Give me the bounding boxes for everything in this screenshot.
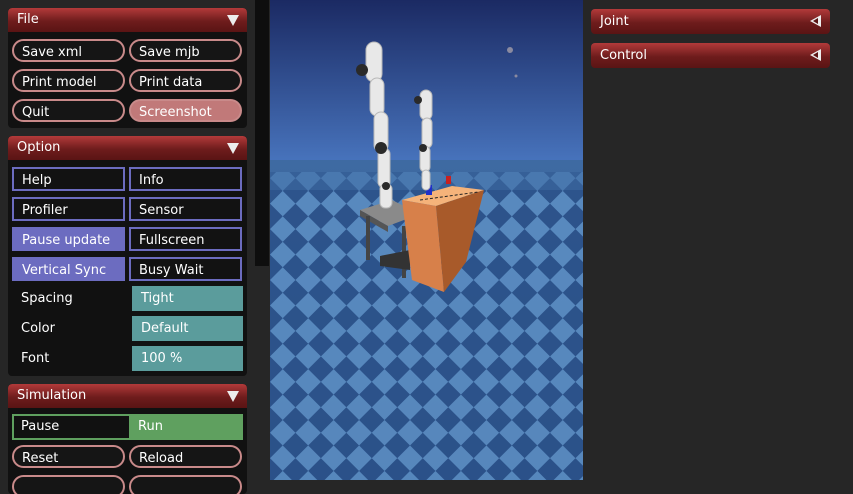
print-data-button[interactable]: Print data bbox=[129, 69, 242, 92]
reload-button[interactable]: Reload bbox=[129, 445, 242, 468]
color-select[interactable]: Default bbox=[132, 316, 243, 341]
control-panel-header[interactable]: Control bbox=[591, 43, 830, 68]
option-panel-header[interactable]: Option bbox=[8, 136, 247, 160]
joint-panel-header[interactable]: Joint bbox=[591, 9, 830, 34]
busy-wait-toggle[interactable]: Busy Wait bbox=[129, 257, 242, 281]
reset-button[interactable]: Reset bbox=[12, 445, 125, 468]
file-panel-header[interactable]: File bbox=[8, 8, 247, 32]
screenshot-button[interactable]: Screenshot bbox=[129, 99, 242, 122]
info-toggle[interactable]: Info bbox=[129, 167, 242, 191]
profiler-toggle[interactable]: Profiler bbox=[12, 197, 125, 221]
panel-button[interactable] bbox=[12, 475, 125, 494]
expand-arrow-icon[interactable] bbox=[810, 49, 821, 61]
print-model-button[interactable]: Print model bbox=[12, 69, 125, 92]
panel-scrollbar[interactable] bbox=[255, 0, 269, 266]
collapse-arrow-icon[interactable] bbox=[227, 15, 239, 26]
panel-button[interactable] bbox=[129, 475, 242, 494]
simulation-panel-title: Simulation bbox=[17, 388, 87, 403]
save-mjb-button[interactable]: Save mjb bbox=[129, 39, 242, 62]
pause-update-toggle[interactable]: Pause update bbox=[12, 227, 125, 251]
vertical-sync-toggle[interactable]: Vertical Sync bbox=[12, 257, 125, 281]
simulation-panel: Simulation Pause Run Reset Reload bbox=[8, 384, 247, 494]
collapse-arrow-icon[interactable] bbox=[227, 143, 239, 154]
3d-viewport[interactable] bbox=[270, 0, 583, 480]
font-label: Font bbox=[21, 351, 50, 366]
help-toggle[interactable]: Help bbox=[12, 167, 125, 191]
spacing-label: Spacing bbox=[21, 291, 73, 306]
color-label: Color bbox=[21, 321, 55, 336]
pause-option[interactable]: Pause bbox=[14, 416, 129, 438]
control-panel-title: Control bbox=[600, 48, 647, 63]
file-panel-title: File bbox=[17, 12, 39, 27]
quit-button[interactable]: Quit bbox=[12, 99, 125, 122]
simulation-panel-header[interactable]: Simulation bbox=[8, 384, 247, 408]
fullscreen-toggle[interactable]: Fullscreen bbox=[129, 227, 242, 251]
run-option[interactable]: Run bbox=[129, 416, 241, 438]
option-panel-title: Option bbox=[17, 140, 61, 155]
option-panel: Option Help Info Profiler Sensor Pause u… bbox=[8, 136, 247, 376]
sensor-toggle[interactable]: Sensor bbox=[129, 197, 242, 221]
save-xml-button[interactable]: Save xml bbox=[12, 39, 125, 62]
font-select[interactable]: 100 % bbox=[132, 346, 243, 371]
collapse-arrow-icon[interactable] bbox=[227, 391, 239, 402]
file-panel: File Save xml Save mjb Print model Print… bbox=[8, 8, 247, 128]
spacing-select[interactable]: Tight bbox=[132, 286, 243, 311]
scene-render bbox=[270, 0, 583, 480]
run-mode-radio: Pause Run bbox=[12, 414, 243, 440]
expand-arrow-icon[interactable] bbox=[810, 15, 821, 27]
joint-panel-title: Joint bbox=[600, 14, 629, 29]
